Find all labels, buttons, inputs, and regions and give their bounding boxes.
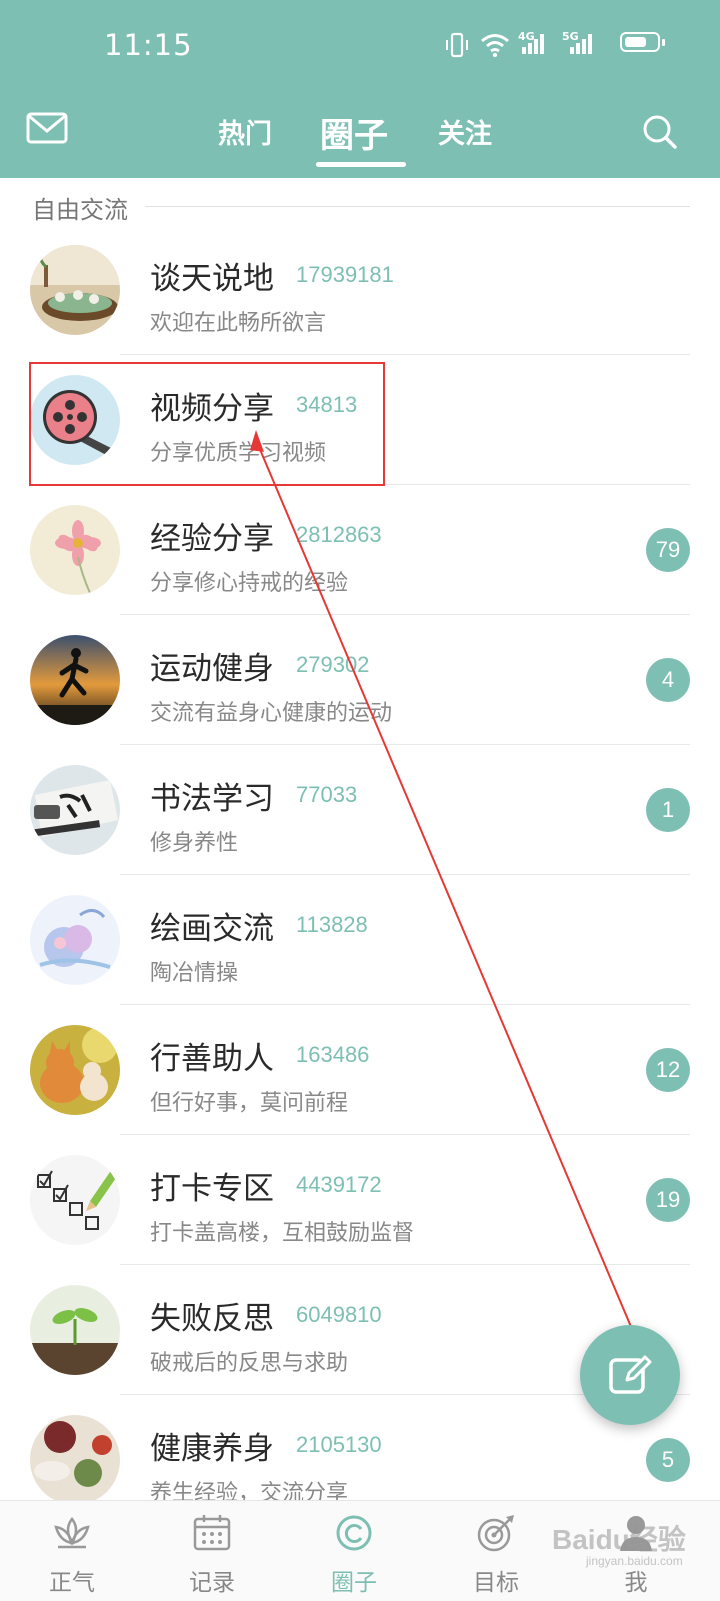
mail-icon[interactable]	[26, 112, 68, 150]
nav-item-zhengqi[interactable]: 正气	[12, 1501, 132, 1601]
circle-description: 但行好事，莫问前程	[150, 1091, 349, 1116]
top-tabs: 热门 圈子 关注	[0, 100, 720, 178]
circle-name: 运动健身	[150, 651, 274, 687]
nav-label: 圈子	[331, 1570, 377, 1596]
member-count: 2812863	[296, 522, 382, 547]
member-count: 6049810	[296, 1302, 382, 1327]
signal-bars-icon	[570, 32, 596, 54]
section-divider	[145, 206, 690, 207]
circle-row-calligraphy[interactable]: 书法学习 77033 修身养性 1	[0, 745, 720, 875]
runner-sunset-photo	[30, 635, 120, 725]
circle-description: 交流有益身心健康的运动	[150, 701, 393, 726]
member-count: 4439172	[296, 1172, 382, 1197]
sprout-photo	[30, 1285, 120, 1375]
member-count: 77033	[296, 782, 358, 807]
circle-description: 陶冶情操	[150, 961, 239, 986]
vibrate-icon	[446, 32, 468, 62]
member-count: 17939181	[296, 262, 394, 287]
unread-badge: 4	[646, 658, 690, 702]
circle-name: 失败反思	[150, 1301, 274, 1337]
circle-name: 书法学习	[150, 781, 274, 817]
compose-button[interactable]	[580, 1325, 680, 1425]
nav-item-circles[interactable]: 圈子	[294, 1501, 414, 1601]
unread-badge: 79	[646, 528, 690, 572]
unread-badge: 19	[646, 1178, 690, 1222]
member-count: 279302	[296, 652, 370, 677]
tea-table-photo	[30, 245, 120, 335]
painting-photo	[30, 895, 120, 985]
herbs-photo	[30, 1415, 120, 1505]
cats-photo	[30, 1025, 120, 1115]
battery-icon	[620, 32, 665, 52]
circle-name: 健康养身	[150, 1431, 274, 1467]
battery-level	[625, 37, 646, 47]
calligraphy-photo	[30, 765, 120, 855]
nav-item-records[interactable]: 记录	[152, 1501, 272, 1601]
tab-follow[interactable]: 关注	[438, 112, 492, 151]
nav-label: 正气	[49, 1570, 95, 1596]
status-bar: 11:15 4G 5G	[0, 0, 720, 90]
circle-name: 经验分享	[150, 521, 274, 557]
member-count: 2105130	[296, 1432, 382, 1457]
circle-row-painting[interactable]: 绘画交流 113828 陶冶情操	[0, 875, 720, 1005]
active-tab-indicator	[316, 162, 406, 167]
circle-row-experience[interactable]: 经验分享 2812863 分享修心持戒的经验 79	[0, 485, 720, 615]
circle-row-fitness[interactable]: 运动健身 279302 交流有益身心健康的运动 4	[0, 615, 720, 745]
annotation-highlight-box	[29, 362, 385, 486]
circle-description: 欢迎在此畅所欲言	[150, 311, 327, 336]
circle-name: 绘画交流	[150, 911, 274, 947]
unread-badge: 1	[646, 788, 690, 832]
circle-description: 打卡盖高楼，互相鼓励监督	[150, 1221, 415, 1246]
circle-description: 分享修心持戒的经验	[150, 571, 349, 596]
baidu-watermark: Baidu经验 jingyan.baidu.com	[552, 1524, 686, 1568]
status-time: 11:15	[104, 28, 193, 62]
circle-name: 谈天说地	[150, 261, 274, 297]
circle-row-charity[interactable]: 行善助人 163486 但行好事，莫问前程 12	[0, 1005, 720, 1135]
checklist-photo	[30, 1155, 120, 1245]
tab-circles[interactable]: 圈子	[320, 108, 388, 157]
nav-label: 目标	[473, 1570, 519, 1596]
section-title: 自由交流	[32, 196, 128, 224]
search-icon[interactable]	[642, 114, 678, 154]
tab-hot[interactable]: 热门	[218, 112, 272, 151]
member-count: 113828	[296, 912, 368, 937]
flower-photo	[30, 505, 120, 595]
wifi-icon	[480, 32, 510, 62]
circle-description: 破戒后的反思与求助	[150, 1351, 349, 1376]
nav-label: 记录	[189, 1570, 235, 1596]
circle-name: 行善助人	[150, 1041, 274, 1077]
nav-item-goals[interactable]: 目标	[436, 1501, 556, 1601]
unread-badge: 12	[646, 1048, 690, 1092]
circle-row-talk[interactable]: 谈天说地 17939181 欢迎在此畅所欲言	[0, 225, 720, 355]
circle-row-checkin[interactable]: 打卡专区 4439172 打卡盖高楼，互相鼓励监督 19	[0, 1135, 720, 1265]
signal-bars-icon	[522, 32, 548, 54]
circle-description: 修身养性	[150, 831, 239, 856]
unread-badge: 5	[646, 1438, 690, 1482]
circle-name: 打卡专区	[150, 1171, 274, 1207]
nav-label: 我	[624, 1570, 648, 1596]
member-count: 163486	[296, 1042, 370, 1067]
app-header: 11:15 4G 5G 热门 圈子 关注	[0, 0, 720, 178]
